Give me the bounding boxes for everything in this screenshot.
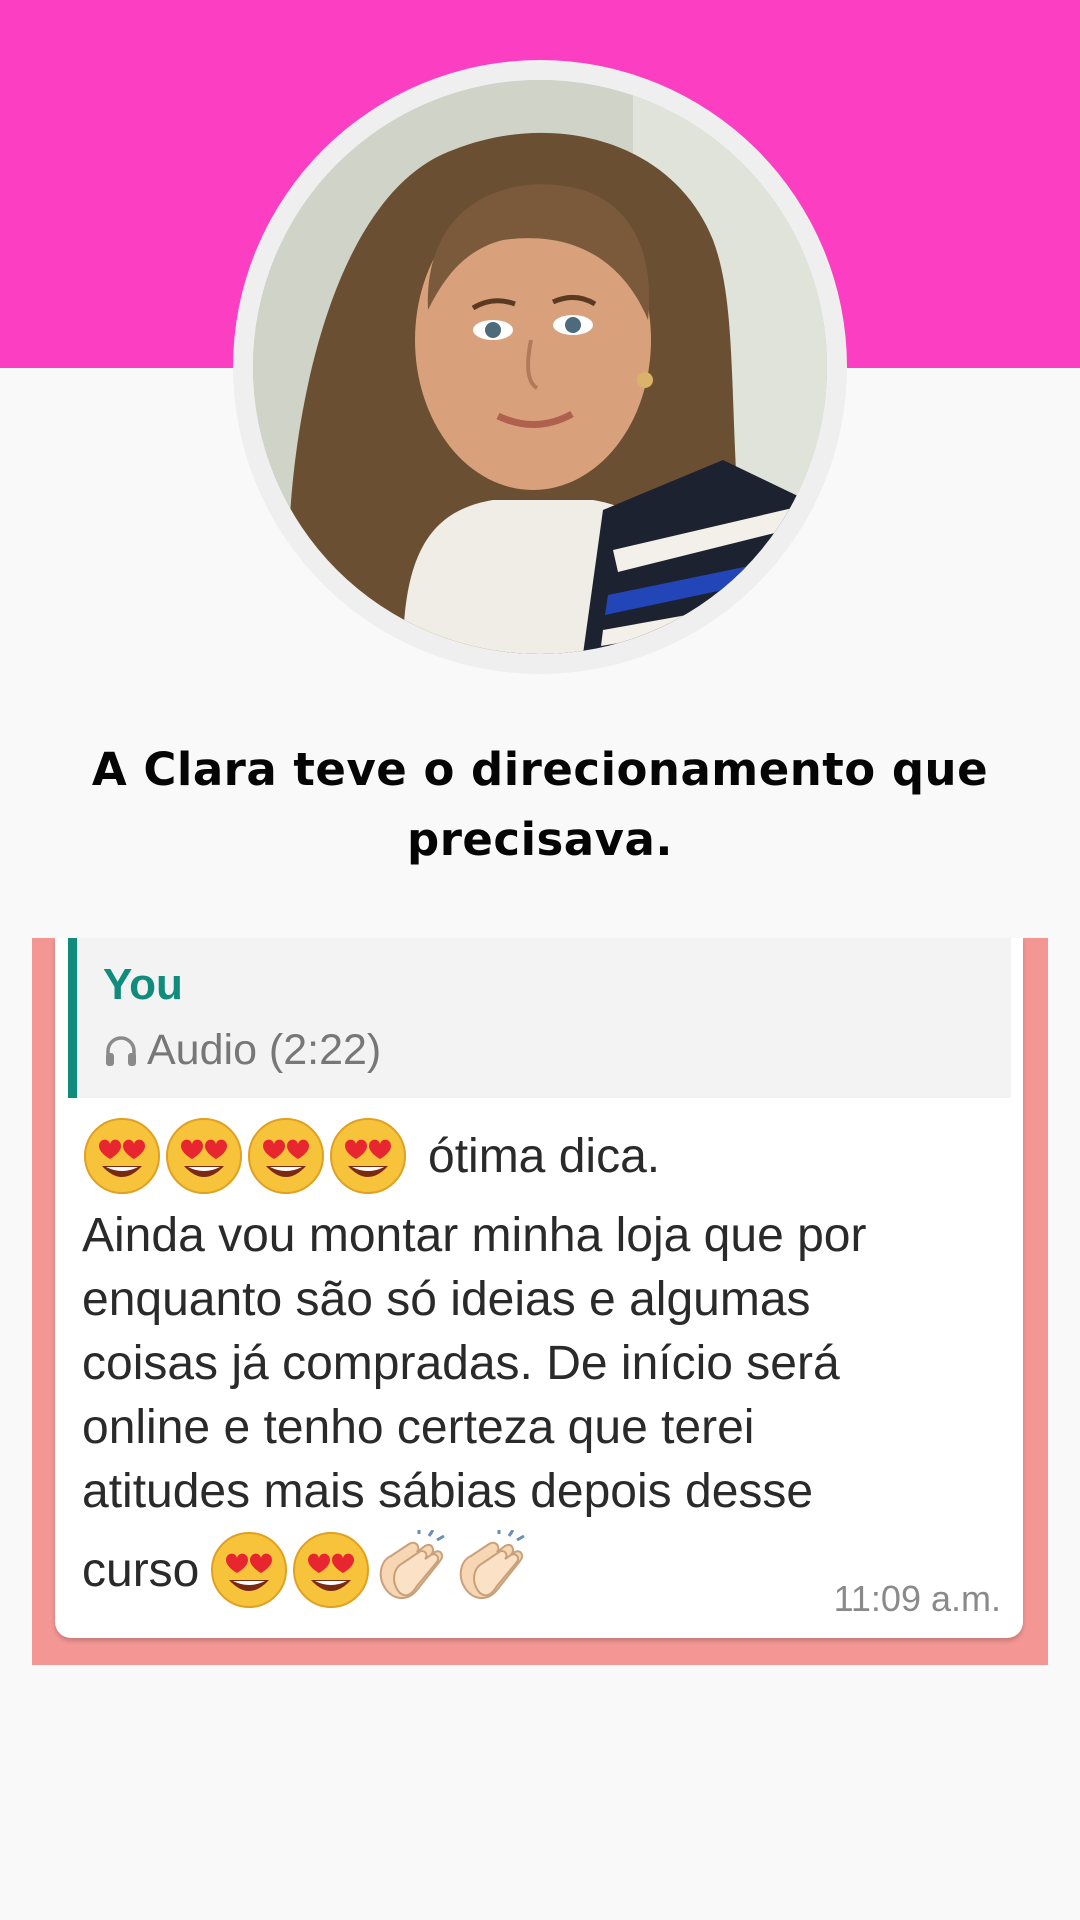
headphones-icon bbox=[106, 1035, 136, 1066]
headline-line-1: A Clara teve o direcionamento que bbox=[91, 743, 989, 796]
chat-message-bubble: You Audio (2:22) ótima dica. Ainda vou m… bbox=[55, 938, 1023, 1638]
clapping-hands-emoji-icon bbox=[373, 1530, 447, 1610]
heart-eyes-emoji-icon bbox=[209, 1530, 289, 1610]
message-line: coisas já compradas. De início será bbox=[82, 1337, 840, 1390]
audio-label: Audio (2:22) bbox=[147, 1026, 382, 1074]
message-line: enquanto são só ideias e algumas bbox=[82, 1273, 811, 1326]
heart-eyes-emoji-icon bbox=[291, 1530, 371, 1610]
message-line: online e tenho certeza que terei bbox=[82, 1401, 755, 1454]
message-timestamp: 11:09 a.m. bbox=[833, 1578, 1001, 1619]
message-body: Ainda vou montar minha loja que por enqu… bbox=[82, 1204, 1002, 1524]
quoted-message[interactable]: You Audio (2:22) bbox=[68, 938, 1011, 1098]
heart-eyes-emoji-icon bbox=[246, 1116, 326, 1196]
quoted-sender: You bbox=[103, 960, 183, 1009]
message-first-text: ótima dica. bbox=[428, 1129, 661, 1183]
message-last-text: curso bbox=[82, 1543, 200, 1597]
message-line: atitudes mais sábias depois desse bbox=[82, 1465, 814, 1518]
testimonial-headline: A Clara teve o direcionamento que precis… bbox=[60, 735, 1020, 875]
avatar bbox=[253, 80, 827, 654]
quoted-audio: Audio (2:22) bbox=[103, 1026, 381, 1075]
heart-eyes-emoji-icon bbox=[82, 1116, 162, 1196]
message-line: Ainda vou montar minha loja que por bbox=[82, 1209, 867, 1262]
clapping-hands-emoji-icon bbox=[453, 1530, 527, 1610]
message-text: ótima dica. Ainda vou montar minha loja … bbox=[82, 1110, 1002, 1616]
message-first-line: ótima dica. bbox=[82, 1110, 1002, 1202]
page: A Clara teve o direcionamento que precis… bbox=[0, 0, 1080, 1920]
profile-photo-icon bbox=[253, 80, 827, 654]
headline-line-2: precisava. bbox=[407, 813, 673, 866]
heart-eyes-emoji-icon bbox=[328, 1116, 408, 1196]
heart-eyes-emoji-icon bbox=[164, 1116, 244, 1196]
